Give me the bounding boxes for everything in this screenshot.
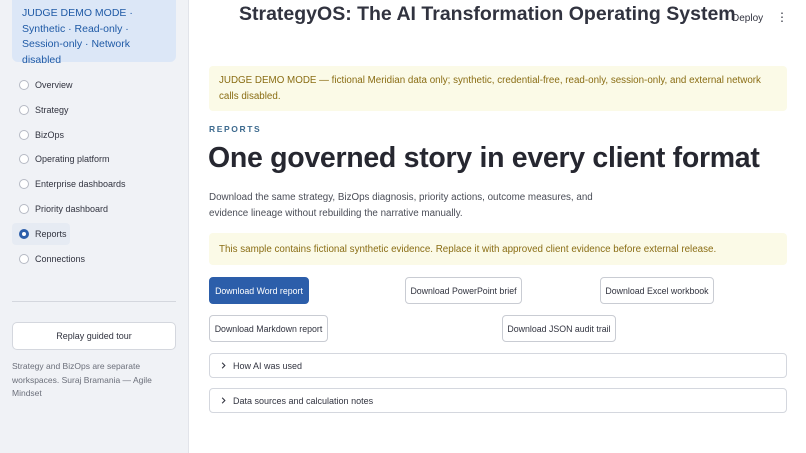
app-title: StrategyOS: The AI Transformation Operat…	[239, 3, 736, 25]
chevron-right-icon	[221, 362, 226, 369]
download-json-button[interactable]: Download JSON audit trail	[502, 315, 616, 342]
radio-icon	[19, 154, 29, 165]
sidebar-item-overview[interactable]: Overview	[12, 74, 176, 96]
download-word-button[interactable]: Download Word report	[209, 277, 309, 304]
page-description: Download the same strategy, BizOps diagn…	[209, 192, 593, 219]
section-eyebrow: REPORTS	[209, 124, 262, 134]
sidebar-item-bizops[interactable]: BizOps	[12, 124, 176, 146]
sidebar-item-label: Enterprise dashboards	[35, 179, 126, 190]
radio-icon	[19, 104, 29, 115]
sidebar-item-operating-platform[interactable]: Operating platform	[12, 148, 176, 170]
expander-data-sources[interactable]: Data sources and calculation notes	[209, 388, 787, 413]
sidebar-footer-text: Strategy and BizOps are separate workspa…	[12, 361, 152, 398]
radio-icon	[19, 179, 29, 190]
radio-selected-icon	[19, 228, 29, 239]
sidebar-divider	[12, 301, 176, 302]
sidebar-item-label: BizOps	[35, 129, 65, 140]
sidebar-item-label: Overview	[35, 80, 73, 90]
sidebar-item-reports[interactable]: Reports	[12, 222, 70, 245]
sidebar: JUDGE DEMO MODE · Synthetic · Read-only …	[0, 0, 189, 453]
download-powerpoint-button[interactable]: Download PowerPoint brief	[405, 277, 522, 304]
sidebar-item-priority-dashboard[interactable]: Priority dashboard	[12, 198, 176, 220]
radio-icon	[19, 80, 29, 90]
main-content: StrategyOS: The AI Transformation Operat…	[189, 0, 806, 453]
expander-label: How AI was used	[233, 360, 303, 371]
sidebar-item-enterprise-dashboards[interactable]: Enterprise dashboards	[12, 173, 176, 195]
sidebar-item-label: Reports	[35, 228, 67, 239]
replay-tour-button[interactable]: Replay guided tour	[12, 322, 176, 350]
sidebar-item-label: Priority dashboard	[35, 203, 109, 214]
app-window: JUDGE DEMO MODE · Synthetic · Read-only …	[0, 0, 806, 453]
sidebar-item-label: Operating platform	[35, 154, 110, 165]
expander-ai-usage[interactable]: How AI was used	[209, 353, 787, 378]
kebab-menu-icon[interactable]: ⋮	[776, 10, 788, 24]
sidebar-item-label: Strategy	[35, 104, 69, 115]
radio-icon	[19, 129, 29, 140]
download-markdown-button[interactable]: Download Markdown report	[209, 315, 328, 342]
synthetic-evidence-notice: This sample contains fictional synthetic…	[209, 233, 787, 265]
sidebar-item-strategy[interactable]: Strategy	[12, 99, 176, 121]
sidebar-item-connections[interactable]: Connections	[12, 248, 176, 270]
expander-label: Data sources and calculation notes	[233, 395, 374, 406]
radio-icon	[19, 253, 29, 264]
radio-icon	[19, 203, 29, 214]
demo-mode-badge: JUDGE DEMO MODE · Synthetic · Read-only …	[12, 0, 176, 66]
sidebar-nav: Overview Strategy BizOps Operating platf…	[12, 74, 176, 272]
demo-mode-warning: JUDGE DEMO MODE — fictional Meridian dat…	[209, 66, 787, 111]
page-headline: One governed story in every client forma…	[208, 142, 760, 174]
chevron-right-icon	[221, 397, 226, 404]
download-excel-button[interactable]: Download Excel workbook	[600, 277, 714, 304]
sidebar-item-label: Connections	[35, 253, 86, 264]
deploy-button[interactable]: Deploy	[732, 13, 763, 24]
